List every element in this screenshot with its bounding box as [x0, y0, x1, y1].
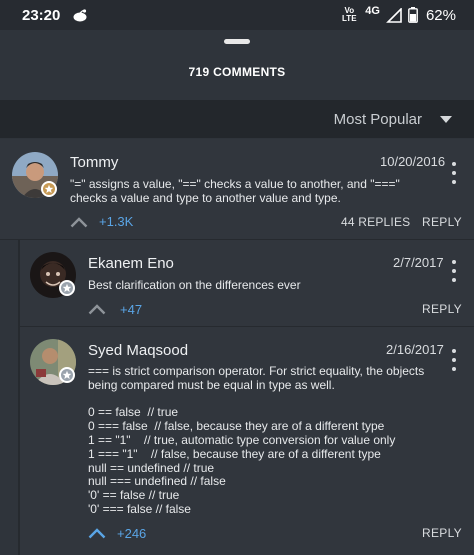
- sort-dropdown[interactable]: Most Popular: [334, 100, 452, 138]
- status-bar: 23:20 Vo LTE 4G 62%: [0, 0, 474, 30]
- comment-card: Ekanem Eno 2/7/2017 Best clarification o…: [20, 240, 474, 326]
- comment-card: Tommy 10/20/2016 "=" assigns a value, "=…: [0, 139, 474, 239]
- signal-icon: [386, 7, 402, 23]
- comment-body: Best clarification on the differences ev…: [88, 278, 301, 292]
- comments-sheet-header: 719 COMMENTS: [0, 30, 474, 100]
- chevron-down-icon: [440, 115, 452, 123]
- comment-author[interactable]: Ekanem Eno: [88, 255, 174, 272]
- replies-button[interactable]: 44 REPLIES: [341, 215, 410, 229]
- volte-indicator: Vo LTE: [342, 6, 357, 23]
- sort-label: Most Popular: [333, 110, 422, 128]
- comments-count: 719 COMMENTS: [188, 65, 286, 79]
- vote-count: +1.3K: [99, 214, 134, 229]
- comment-date: 10/20/2016: [380, 154, 446, 169]
- reply-button[interactable]: REPLY: [422, 215, 462, 229]
- reply-button[interactable]: REPLY: [422, 526, 462, 540]
- more-vert-icon[interactable]: [450, 162, 458, 184]
- more-vert-icon[interactable]: [450, 260, 458, 282]
- upvote-icon[interactable]: [70, 216, 88, 228]
- star-badge-icon: [41, 181, 57, 197]
- star-badge-icon: [59, 367, 75, 383]
- vote-count: +47: [120, 302, 143, 317]
- battery-icon: [408, 7, 418, 23]
- comment-author[interactable]: Syed Maqsood: [88, 342, 188, 359]
- upvote-icon[interactable]: [88, 527, 106, 539]
- drag-handle[interactable]: [224, 39, 250, 44]
- sort-bar: Most Popular: [0, 100, 474, 138]
- app-icon: [73, 9, 87, 22]
- battery-percent: 62%: [425, 6, 456, 24]
- more-vert-icon[interactable]: [450, 349, 458, 371]
- comment-body: === is strict comparison operator. For s…: [88, 364, 425, 516]
- reply-button[interactable]: REPLY: [422, 302, 462, 316]
- upvote-icon[interactable]: [88, 303, 106, 315]
- vote-count: +246: [117, 526, 147, 541]
- star-badge-icon: [59, 280, 75, 296]
- comment-card: Syed Maqsood 2/16/2017 === is strict com…: [20, 327, 474, 555]
- network-type: 4G: [365, 5, 380, 17]
- status-time: 23:20: [22, 6, 61, 24]
- comment-author[interactable]: Tommy: [70, 154, 118, 171]
- comment-date: 2/7/2017: [393, 255, 444, 270]
- comment-body: "=" assigns a value, "==" checks a value…: [70, 177, 404, 205]
- comment-date: 2/16/2017: [386, 342, 444, 357]
